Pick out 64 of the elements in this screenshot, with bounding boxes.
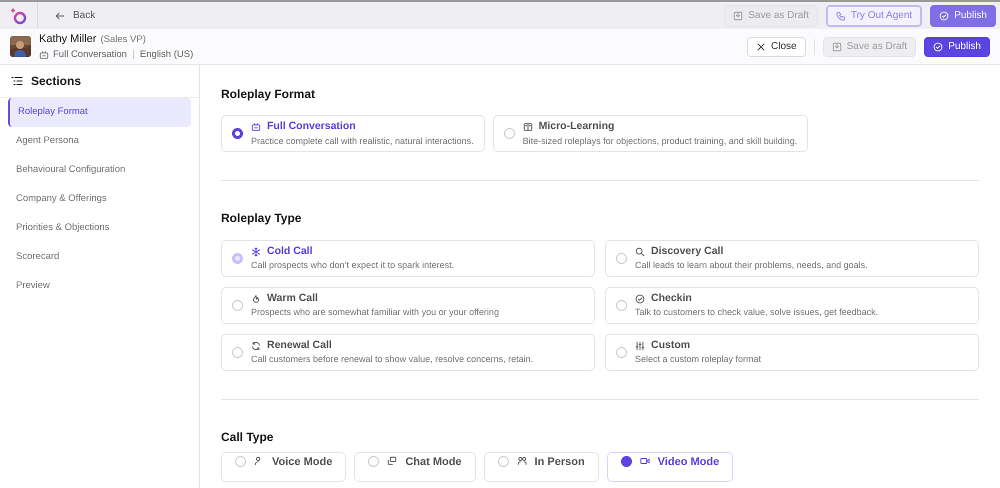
- refresh-icon: [251, 340, 261, 351]
- mode-option[interactable]: Chat Mode: [354, 452, 476, 482]
- save-icon: [832, 42, 842, 52]
- back-arrow-icon: [55, 10, 65, 20]
- check-circle-icon: [933, 42, 944, 52]
- search-icon: [635, 246, 645, 257]
- video-icon: [640, 456, 650, 466]
- sections-list-icon: [11, 75, 23, 87]
- save-icon: [733, 10, 744, 20]
- radio-button: [616, 346, 627, 358]
- flame-icon: [251, 294, 261, 304]
- radio-button: [504, 128, 515, 140]
- mode-option[interactable]: In Person: [484, 452, 599, 482]
- option-card[interactable]: Micro-Learning Bite-sized roleplays for objections, product training, and skill building.: [492, 115, 808, 152]
- snowflake-icon: [251, 246, 261, 257]
- radio-button: [498, 456, 509, 468]
- book-icon: [522, 122, 533, 132]
- people-icon: [516, 456, 527, 466]
- publish-button[interactable]: Publish: [924, 36, 990, 56]
- radio-button: [232, 300, 243, 311]
- check-circle-icon: [635, 294, 645, 304]
- sidebar-item[interactable]: Scorecard: [8, 243, 191, 272]
- sidebar-item[interactable]: Company & Offerings: [8, 185, 191, 214]
- chat-icon: [387, 456, 398, 466]
- phone-icon: [836, 10, 846, 20]
- sidebar-title: Sections: [31, 73, 82, 90]
- option-card[interactable]: Renewal Call Call customers before renewal to show value, resolve concerns, retain.: [221, 334, 595, 371]
- section-title: Roleplay Format: [221, 87, 316, 102]
- close-button[interactable]: Close: [747, 36, 806, 56]
- person-role: (Sales VP): [100, 33, 146, 48]
- radio-button: [232, 128, 243, 140]
- radio-button: [235, 456, 246, 468]
- check-circle-icon: [939, 10, 950, 20]
- language-label: English (US): [140, 48, 194, 62]
- logo-icon: [10, 6, 28, 24]
- format-label: Full Conversation: [53, 48, 127, 62]
- option-card[interactable]: Cold Call Call prospects who don’t expect it to spark interest.: [221, 240, 595, 277]
- radio-button: [368, 456, 380, 468]
- radio-button: [616, 300, 627, 311]
- sidebar-item[interactable]: Agent Persona: [8, 127, 191, 156]
- radio-button: [232, 252, 243, 264]
- mode-option[interactable]: Video Mode: [606, 452, 734, 482]
- bot-icon: [251, 122, 261, 132]
- radio-button: [620, 456, 632, 468]
- sliders-icon: [635, 340, 645, 351]
- publish-button[interactable]: Publish: [930, 4, 996, 26]
- option-card[interactable]: Custom Select a custom roleplay format: [605, 334, 979, 371]
- sidebar-item[interactable]: Behavioural Configuration: [8, 156, 191, 185]
- option-card[interactable]: Checkin Talk to customers to check value, solve issues, get feedback.: [605, 286, 979, 324]
- radio-button: [232, 346, 243, 358]
- person-name: Kathy Miller: [39, 32, 96, 48]
- option-card[interactable]: Warm Call Prospects who are somewhat familiar with you or your offering: [221, 286, 595, 324]
- mode-option[interactable]: Voice Mode: [221, 452, 346, 482]
- sidebar-item[interactable]: Preview: [8, 272, 191, 301]
- close-icon: [756, 42, 766, 52]
- option-card[interactable]: Discovery Call Call leads to learn about their problems, needs, and goals.: [605, 240, 979, 277]
- section-title: Roleplay Type: [221, 211, 302, 226]
- option-card[interactable]: Full Conversation Practice complete call with realistic, natural interactions.: [221, 115, 485, 152]
- sidebar-item[interactable]: Roleplay Format: [8, 98, 191, 127]
- sidebar-item[interactable]: Priorities & Objections: [8, 214, 191, 243]
- bot-icon: [39, 50, 49, 60]
- back-button[interactable]: Back: [54, 7, 96, 24]
- section-title: Call Type: [221, 430, 274, 444]
- radio-button: [616, 252, 627, 264]
